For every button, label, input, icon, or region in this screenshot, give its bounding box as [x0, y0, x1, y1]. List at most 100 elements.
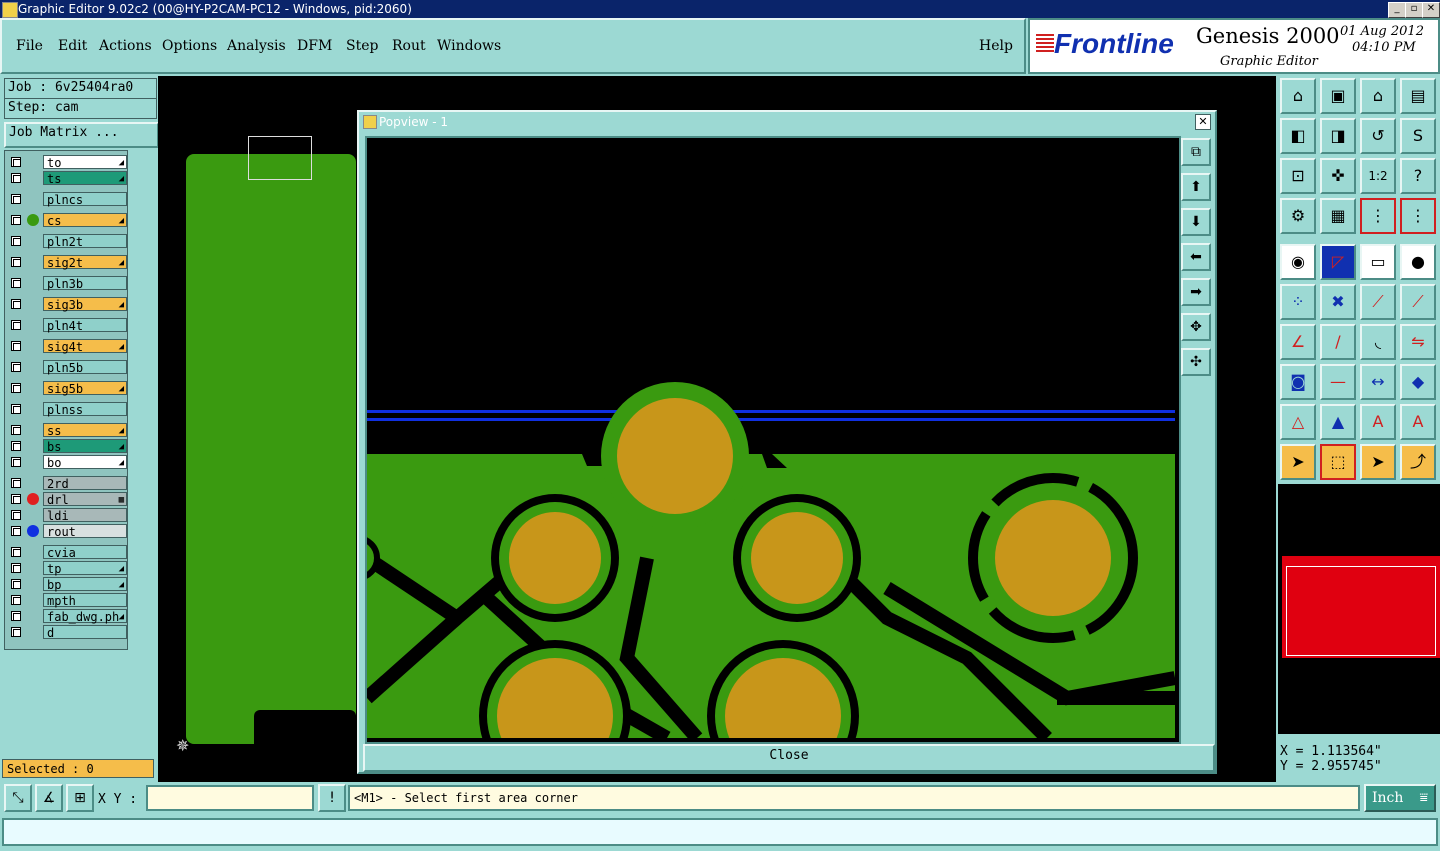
layer-name[interactable]: plnss — [43, 402, 127, 417]
layer-name[interactable]: bo ◢ — [43, 455, 127, 470]
popview-pan-up-icon[interactable]: ⬆ — [1181, 173, 1211, 201]
menu-dfm[interactable]: DFM — [297, 38, 332, 54]
layer-name[interactable]: fab_dwg.ph ◢ — [43, 609, 127, 624]
layer-name[interactable]: mpth — [43, 593, 127, 608]
layer-name[interactable]: pln3b — [43, 276, 127, 291]
pan-right-icon[interactable]: ◨ — [1320, 118, 1356, 154]
layer-row[interactable]: bp ◢ — [5, 577, 129, 592]
layer-name[interactable]: to ◢ — [43, 155, 127, 170]
angle-icon[interactable]: ∠ — [1280, 324, 1316, 360]
layer-checkbox[interactable] — [11, 404, 21, 414]
popview-pan-right-icon[interactable]: ➡ — [1181, 278, 1211, 306]
layer-checkbox[interactable] — [11, 457, 21, 467]
layer-name[interactable]: sig4t ◢ — [43, 339, 127, 354]
menu-windows[interactable]: Windows — [437, 38, 501, 54]
layer-name[interactable]: 2rd — [43, 476, 127, 491]
home-icon[interactable]: ⌂ — [1360, 78, 1396, 114]
menu-step[interactable]: Step — [346, 38, 378, 54]
distance-icon[interactable]: ↔ — [1360, 364, 1396, 400]
layer-checkbox[interactable] — [11, 278, 21, 288]
layer-name[interactable]: cs ◢ — [43, 213, 127, 228]
minus-line-icon[interactable]: — — [1320, 364, 1356, 400]
layer-row[interactable]: sig4t ◢ — [5, 339, 129, 354]
layer-row[interactable]: drl ▦ — [5, 492, 129, 507]
snap-red-icon[interactable]: ⋮ — [1360, 198, 1396, 234]
alert-icon[interactable]: ! — [318, 784, 346, 812]
layer-checkbox[interactable] — [11, 627, 21, 637]
help-question-icon[interactable]: ? — [1400, 158, 1436, 194]
layer-row[interactable]: 2rd — [5, 476, 129, 491]
layer-checkbox[interactable] — [11, 173, 21, 183]
popview-zoom-in-icon[interactable]: ✥ — [1181, 313, 1211, 341]
triangle-arrow-icon[interactable]: A — [1400, 404, 1436, 440]
popview-titlebar[interactable]: Popview - 1 ✕ — [359, 112, 1215, 132]
layer-row[interactable]: sig2t ◢ — [5, 255, 129, 270]
triangle-a-icon[interactable]: A — [1360, 404, 1396, 440]
pointer-route-icon[interactable]: ⤴ — [1400, 444, 1436, 480]
layer-checkbox[interactable] — [11, 478, 21, 488]
arc-icon[interactable]: ◟ — [1360, 324, 1396, 360]
layer-checkbox[interactable] — [11, 526, 21, 536]
layer-name[interactable]: bs ◢ — [43, 439, 127, 454]
layer-row[interactable]: ts ◢ — [5, 171, 129, 186]
popview-pan-down-icon[interactable]: ⬇ — [1181, 208, 1211, 236]
layer-row[interactable]: d — [5, 625, 129, 640]
layer-row[interactable]: tp ◢ — [5, 561, 129, 576]
window-titlebar[interactable]: Graphic Editor 9.02c2 (00@HY-P2CAM-PC12 … — [0, 0, 1440, 18]
node-box-icon[interactable]: ◙ — [1280, 364, 1316, 400]
layer-row[interactable]: rout — [5, 524, 129, 539]
layer-name[interactable]: cvia — [43, 545, 127, 560]
menu-file[interactable]: File — [16, 38, 43, 54]
pointer-box-icon[interactable]: ⬚ — [1320, 444, 1356, 480]
layer-row[interactable]: pln4t — [5, 318, 129, 333]
layer-name[interactable]: d — [43, 625, 127, 640]
pointer-select-icon[interactable]: ➤ — [1360, 444, 1396, 480]
line-node-icon[interactable]: ⟋ — [1360, 284, 1396, 320]
popview-zoom-tool-icon[interactable]: ⧉ — [1181, 138, 1211, 166]
snap-grid-icon[interactable]: ⊞ — [66, 784, 94, 812]
layer-row[interactable]: mpth — [5, 593, 129, 608]
layer-name[interactable]: tp ◢ — [43, 561, 127, 576]
layer-name[interactable]: sig2t ◢ — [43, 255, 127, 270]
snap-red2-icon[interactable]: ⋮ — [1400, 198, 1436, 234]
layer-name[interactable]: rout — [43, 524, 127, 539]
screen-down-icon[interactable]: ▣ — [1320, 78, 1356, 114]
layer-checkbox[interactable] — [11, 441, 21, 451]
layer-row[interactable]: ldi — [5, 508, 129, 523]
xy-input[interactable] — [146, 785, 314, 811]
home-page-icon[interactable]: ⌂ — [1280, 78, 1316, 114]
zoom-fit-icon[interactable]: ⊡ — [1280, 158, 1316, 194]
popview-canvas[interactable] — [365, 136, 1181, 744]
minimize-button[interactable]: _ — [1388, 2, 1406, 18]
layer-name[interactable]: ts ◢ — [43, 171, 127, 186]
layer-row[interactable]: cvia — [5, 545, 129, 560]
layer-row[interactable]: cs ◢ — [5, 213, 129, 228]
layer-name[interactable]: pln2t — [43, 234, 127, 249]
layer-checkbox[interactable] — [11, 563, 21, 573]
pan-left-icon[interactable]: ◧ — [1280, 118, 1316, 154]
menu-help[interactable]: Help — [979, 38, 1013, 54]
triangle-split-icon[interactable]: ▲ — [1320, 404, 1356, 440]
menu-analysis[interactable]: Analysis — [227, 38, 286, 54]
layer-row[interactable]: sig5b ◢ — [5, 381, 129, 396]
line-node2-icon[interactable]: ⟋ — [1400, 284, 1436, 320]
layer-row[interactable]: ss ◢ — [5, 423, 129, 438]
menu-rout[interactable]: Rout — [392, 38, 426, 54]
menu-edit[interactable]: Edit — [58, 38, 87, 54]
layer-checkbox[interactable] — [11, 579, 21, 589]
popview-pan-left-icon[interactable]: ⬅ — [1181, 243, 1211, 271]
layer-row[interactable]: bo ◢ — [5, 455, 129, 470]
layer-name[interactable]: plncs — [43, 192, 127, 207]
maximize-button[interactable]: ▫ — [1405, 2, 1423, 18]
layer-name[interactable]: bp ◢ — [43, 577, 127, 592]
scale-1-2-icon[interactable]: 1:2 — [1360, 158, 1396, 194]
layer-name[interactable]: drl ▦ — [43, 492, 127, 507]
rotate-icon[interactable]: ↺ — [1360, 118, 1396, 154]
layer-row[interactable]: pln5b — [5, 360, 129, 375]
connect-nodes-icon[interactable]: ⁘ — [1280, 284, 1316, 320]
slash-line-icon[interactable]: / — [1320, 324, 1356, 360]
zoom-center-icon[interactable]: ✜ — [1320, 158, 1356, 194]
shapes-icon[interactable]: ◆ — [1400, 364, 1436, 400]
popview-zoom-out-icon[interactable]: ✣ — [1181, 348, 1211, 376]
layer-name[interactable]: ss ◢ — [43, 423, 127, 438]
